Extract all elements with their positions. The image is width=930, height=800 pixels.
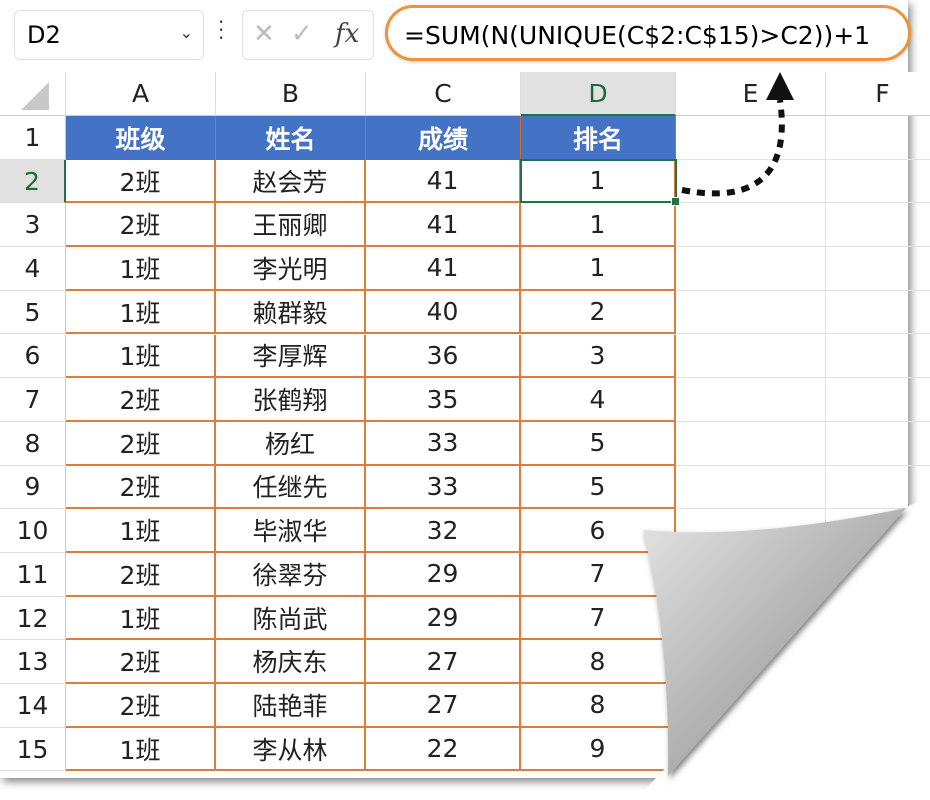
overlay: [643, 72, 930, 790]
arrow-head-icon: [766, 72, 794, 100]
dashed-arrow: [681, 99, 785, 197]
